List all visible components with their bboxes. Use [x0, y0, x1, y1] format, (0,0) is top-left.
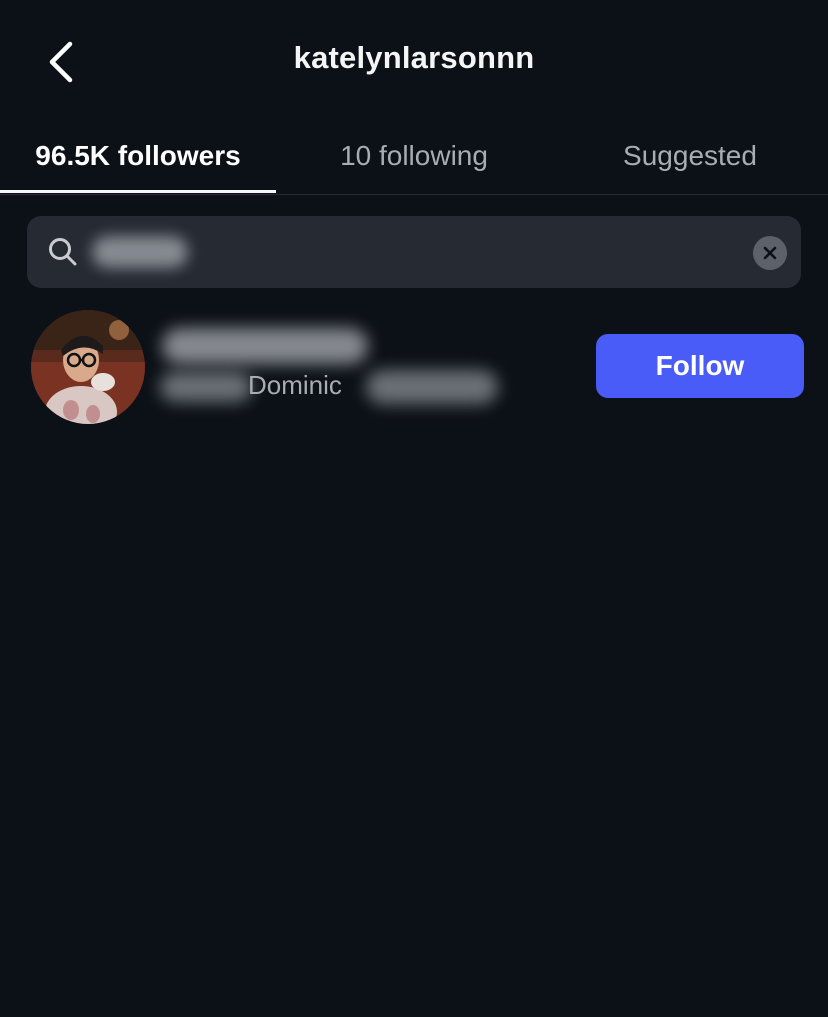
avatar-image [31, 310, 145, 424]
tab-suggested[interactable]: Suggested [552, 118, 828, 194]
search-icon [49, 238, 77, 266]
top-header: katelynlarsonnn [0, 0, 828, 120]
clear-icon [763, 246, 777, 260]
name-redacted-left [160, 372, 252, 402]
tab-bar: 96.5K followers 10 following Suggested [0, 118, 828, 195]
page-title: katelynlarsonnn [293, 40, 535, 75]
tab-followers[interactable]: 96.5K followers [0, 118, 276, 194]
follower-list-item[interactable]: Dominic Follow [0, 306, 828, 426]
active-tab-indicator [0, 190, 276, 193]
name-redacted-right [366, 370, 498, 404]
follow-button[interactable]: Follow [596, 334, 804, 398]
display-name: Dominic [248, 370, 342, 400]
search-query-redacted [92, 236, 188, 268]
username-redacted [162, 328, 368, 364]
tab-following[interactable]: 10 following [276, 118, 552, 194]
clear-search-button[interactable] [753, 236, 787, 270]
avatar[interactable] [31, 310, 145, 424]
